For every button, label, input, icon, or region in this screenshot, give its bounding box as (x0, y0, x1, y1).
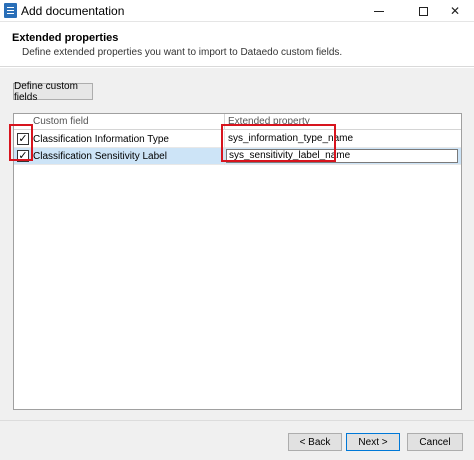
table-row[interactable]: ✓ Classification Sensitivity Label sys_s… (14, 148, 461, 165)
cell-separator (224, 148, 225, 165)
wizard-header: Extended properties Define extended prop… (0, 23, 474, 67)
column-header-custom-field[interactable]: Custom field (33, 116, 89, 127)
row-checkbox[interactable]: ✓ (17, 150, 29, 162)
row-checkbox[interactable]: ✓ (17, 133, 29, 145)
cancel-button[interactable]: Cancel (407, 433, 463, 451)
page-title: Extended properties (12, 32, 119, 44)
dataedo-app-icon (4, 3, 17, 18)
grid-header: Custom field Extended property (14, 114, 461, 130)
extended-property-editor[interactable]: sys_sensitivity_label_name (226, 149, 458, 163)
column-separator[interactable] (224, 114, 225, 130)
page-subtitle: Define extended properties you want to i… (22, 47, 343, 58)
close-button[interactable]: ✕ (436, 0, 474, 22)
footer-divider (0, 420, 474, 421)
check-icon: ✓ (18, 149, 28, 162)
back-button[interactable]: < Back (288, 433, 342, 451)
column-header-extended-property[interactable]: Extended property (228, 116, 310, 127)
wizard-content: Define custom fields Custom field Extend… (0, 68, 474, 460)
title-bar: Add documentation ✕ (0, 0, 474, 22)
extended-property-cell[interactable]: sys_information_type_name (226, 132, 458, 146)
next-button[interactable]: Next > (346, 433, 400, 451)
close-icon: ✕ (449, 4, 461, 18)
custom-field-cell: Classification Information Type (33, 134, 169, 145)
table-row[interactable]: ✓ Classification Information Type sys_in… (14, 131, 461, 148)
check-icon: ✓ (18, 132, 28, 145)
minimize-icon (374, 10, 384, 12)
extended-properties-grid: Custom field Extended property ✓ Classif… (13, 113, 462, 410)
window-title: Add documentation (21, 4, 125, 18)
maximize-icon (418, 6, 428, 16)
minimize-button[interactable] (360, 0, 398, 22)
custom-field-cell: Classification Sensitivity Label (33, 151, 167, 162)
define-custom-fields-button[interactable]: Define custom fields (13, 81, 93, 103)
cell-separator (224, 131, 225, 148)
